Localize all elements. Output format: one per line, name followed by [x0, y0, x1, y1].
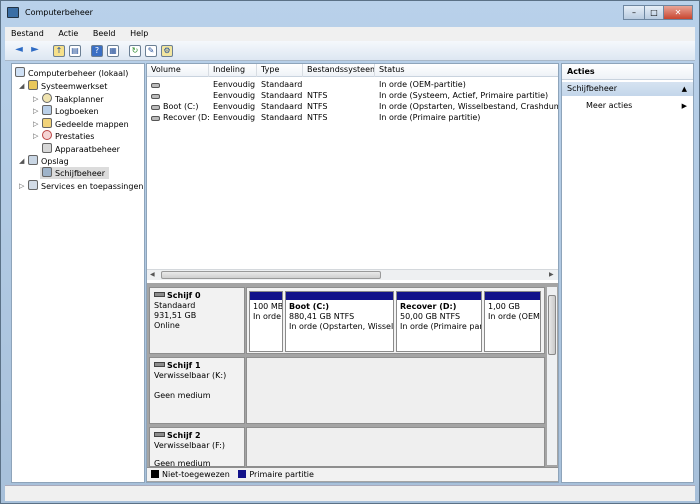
volume-icon — [151, 116, 160, 121]
table-row[interactable]: Eenvoudig Standaard NTFS In orde (Systee… — [147, 90, 558, 101]
maximize-button[interactable]: □ — [644, 5, 664, 20]
removable-disk-icon — [154, 432, 165, 437]
computer-icon — [15, 67, 25, 77]
unallocated-swatch — [151, 470, 159, 478]
horizontal-scrollbar[interactable]: ◀ ▶ — [147, 269, 558, 280]
menu-actie[interactable]: Actie — [52, 27, 84, 41]
shared-folder-icon — [42, 118, 52, 128]
disk-0-label[interactable]: Schijf 0 Standaard 931,51 GB Online — [149, 287, 245, 354]
partition-legend: Niet-toegewezen Primaire partitie — [147, 467, 558, 481]
actions-pane: Acties Schijfbeheer ▲ Meer acties ▶ — [561, 63, 694, 483]
scroll-thumb[interactable] — [548, 295, 556, 355]
tools-icon — [28, 80, 38, 90]
actions-header: Acties — [562, 64, 693, 80]
partition-recover-d[interactable]: Recover (D:) 50,00 GB NTFS In orde (Primai… — [396, 291, 482, 352]
navigation-tree: Computerbeheer (lokaal) ◢ Systeemwerkset… — [11, 63, 145, 483]
disk-management-pane: Volume Indeling Type Bestandssysteem Sta… — [146, 63, 559, 483]
partition-oem-system[interactable]: 100 MB In orde — [249, 291, 283, 352]
settings-icon[interactable]: ⚙ — [161, 45, 173, 57]
volume-list-header: Volume Indeling Type Bestandssysteem Sta… — [147, 64, 558, 77]
show-hide-tree-icon[interactable]: ▤ — [69, 45, 81, 57]
computer-management-window: Computerbeheer – □ ✕ Bestand Actie Beeld… — [0, 0, 700, 504]
submenu-arrow-icon: ▶ — [681, 102, 687, 110]
collapse-up-icon[interactable]: ▲ — [682, 82, 687, 96]
status-bar — [5, 485, 695, 501]
table-row[interactable]: Eenvoudig Standaard In orde (OEM-partiti… — [147, 79, 558, 90]
title-bar: Computerbeheer – □ ✕ — [1, 1, 699, 25]
partition-boot-c[interactable]: Boot (C:) 880,41 GB NTFS In orde (Opstarte… — [285, 291, 394, 352]
services-icon — [28, 180, 38, 190]
menu-bestand[interactable]: Bestand — [5, 27, 50, 41]
menu-beeld[interactable]: Beeld — [87, 27, 122, 41]
disk-1-area — [246, 357, 545, 424]
primary-swatch — [238, 470, 247, 478]
toolbar: ◄ ► ↑ ▤ ? ▦ ↻ ✎ ⚙ — [5, 41, 695, 61]
forward-arrow-icon[interactable]: ► — [29, 45, 41, 57]
disk-2-area — [246, 427, 545, 467]
disk-0-partitions: 100 MB In orde Boot (C:) 880,41 GB NTFS In … — [246, 287, 545, 354]
tree-item-services[interactable]: Services en toepassingen — [28, 180, 143, 192]
menu-help[interactable]: Help — [124, 27, 154, 41]
disk-graphical-view: Schijf 0 Standaard 931,51 GB Online 100 … — [147, 281, 558, 482]
column-indeling[interactable]: Indeling — [209, 64, 257, 77]
refresh-icon[interactable]: ↻ — [129, 45, 141, 57]
up-folder-icon[interactable]: ↑ — [53, 45, 65, 57]
minimize-button[interactable]: – — [623, 5, 645, 20]
column-bestandssysteem[interactable]: Bestandssysteem — [303, 64, 375, 77]
expand-icon[interactable]: ▷ — [19, 180, 24, 192]
tree-item-apparaatbeheer[interactable]: Apparaatbeheer — [42, 143, 120, 155]
more-actions-item[interactable]: Meer acties ▶ — [562, 99, 693, 113]
window-title: Computerbeheer — [25, 8, 93, 17]
disk-icon — [154, 292, 165, 297]
tree-item-logboeken[interactable]: Logboeken — [42, 105, 99, 117]
console-icon[interactable]: ▦ — [107, 45, 119, 57]
event-log-icon — [42, 105, 52, 115]
disk-management-icon — [42, 167, 52, 177]
close-button[interactable]: ✕ — [663, 5, 693, 20]
menu-bar: Bestand Actie Beeld Help — [5, 27, 695, 41]
tree-item-prestaties[interactable]: Prestaties — [42, 130, 94, 142]
volume-icon — [151, 94, 160, 99]
tree-item-taakplanner[interactable]: Taakplanner — [42, 93, 104, 105]
expand-icon[interactable]: ▷ — [33, 105, 38, 117]
vertical-scrollbar[interactable] — [547, 287, 557, 465]
actions-section-schijfbeheer[interactable]: Schijfbeheer ▲ — [562, 82, 693, 96]
disk-2-label[interactable]: Schijf 2 Verwisselbaar (F:) Geen medium — [149, 427, 245, 467]
clock-icon — [42, 93, 52, 103]
scroll-left-icon[interactable]: ◀ — [150, 271, 155, 278]
table-row[interactable]: Recover (D:) Eenvoudig Standaard NTFS In… — [147, 112, 558, 123]
tree-item-opslag[interactable]: Opslag — [28, 155, 69, 167]
help-icon[interactable]: ? — [91, 45, 103, 57]
column-volume[interactable]: Volume — [147, 64, 209, 77]
partition-oem[interactable]: 1,00 GBIn orde (OEM-partitie) — [484, 291, 541, 352]
volume-icon — [151, 105, 160, 110]
volume-icon — [151, 83, 160, 88]
tree-item-systeemwerkset[interactable]: Systeemwerkset — [28, 80, 107, 92]
collapse-icon[interactable]: ◢ — [19, 80, 24, 92]
performance-icon — [42, 130, 52, 140]
tree-item-root[interactable]: Computerbeheer (lokaal) — [15, 67, 128, 79]
storage-icon — [28, 155, 38, 165]
device-manager-icon — [42, 143, 52, 153]
back-arrow-icon[interactable]: ◄ — [13, 45, 25, 57]
disk-1-label[interactable]: Schijf 1 Verwisselbaar (K:) Geen medium — [149, 357, 245, 424]
scroll-thumb[interactable] — [161, 271, 381, 279]
scroll-right-icon[interactable]: ▶ — [549, 271, 554, 278]
properties-icon[interactable]: ✎ — [145, 45, 157, 57]
tree-item-schijfbeheer[interactable]: Schijfbeheer — [40, 167, 110, 179]
collapse-icon[interactable]: ◢ — [19, 155, 24, 167]
column-status[interactable]: Status — [375, 64, 558, 77]
expand-icon[interactable]: ▷ — [33, 130, 38, 142]
removable-disk-icon — [154, 362, 165, 367]
tree-item-gedeelde-mappen[interactable]: Gedeelde mappen — [42, 118, 129, 130]
column-type[interactable]: Type — [257, 64, 303, 77]
expand-icon[interactable]: ▷ — [33, 118, 38, 130]
expand-icon[interactable]: ▷ — [33, 93, 38, 105]
table-row[interactable]: Boot (C:) Eenvoudig Standaard NTFS In or… — [147, 101, 558, 112]
app-icon — [7, 7, 19, 18]
